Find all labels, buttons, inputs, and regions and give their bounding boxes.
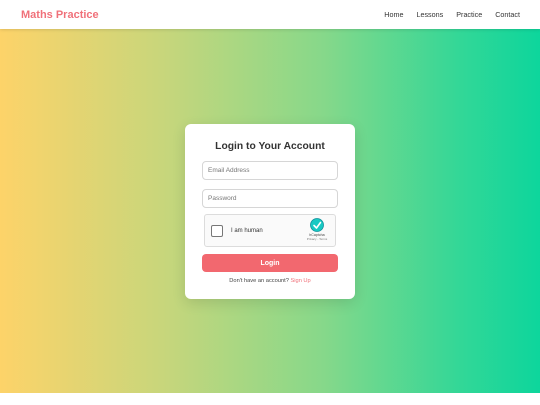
password-input[interactable] <box>202 189 338 208</box>
login-title: Login to Your Account <box>215 141 325 152</box>
nav-link-lessons[interactable]: Lessons <box>416 10 443 19</box>
captcha-label: I am human <box>231 227 263 234</box>
signup-link[interactable]: Sign Up <box>290 278 310 284</box>
navbar: Maths Practice Home Lessons Practice Con… <box>0 0 540 29</box>
captcha-logo: hCaptcha Privacy - Terms <box>303 218 331 241</box>
signup-prompt: Don't have an account? <box>229 278 291 284</box>
captcha-privacy-terms[interactable]: Privacy - Terms <box>307 237 328 241</box>
nav-link-contact[interactable]: Contact <box>495 10 520 19</box>
nav-link-home[interactable]: Home <box>384 10 403 19</box>
captcha-widget: I am human hCaptcha Privacy - Terms <box>204 214 336 247</box>
signup-row: Don't have an account? Sign Up <box>202 278 338 284</box>
brand-logo-text[interactable]: Maths Practice <box>21 9 99 21</box>
login-card: Login to Your Account I am human hCaptch… <box>185 124 355 299</box>
email-input[interactable] <box>202 161 338 180</box>
login-button[interactable]: Login <box>202 254 338 272</box>
hcaptcha-icon <box>310 218 324 232</box>
nav-links: Home Lessons Practice Contact <box>371 10 520 19</box>
nav-link-practice[interactable]: Practice <box>456 10 482 19</box>
captcha-checkbox[interactable] <box>211 224 223 237</box>
